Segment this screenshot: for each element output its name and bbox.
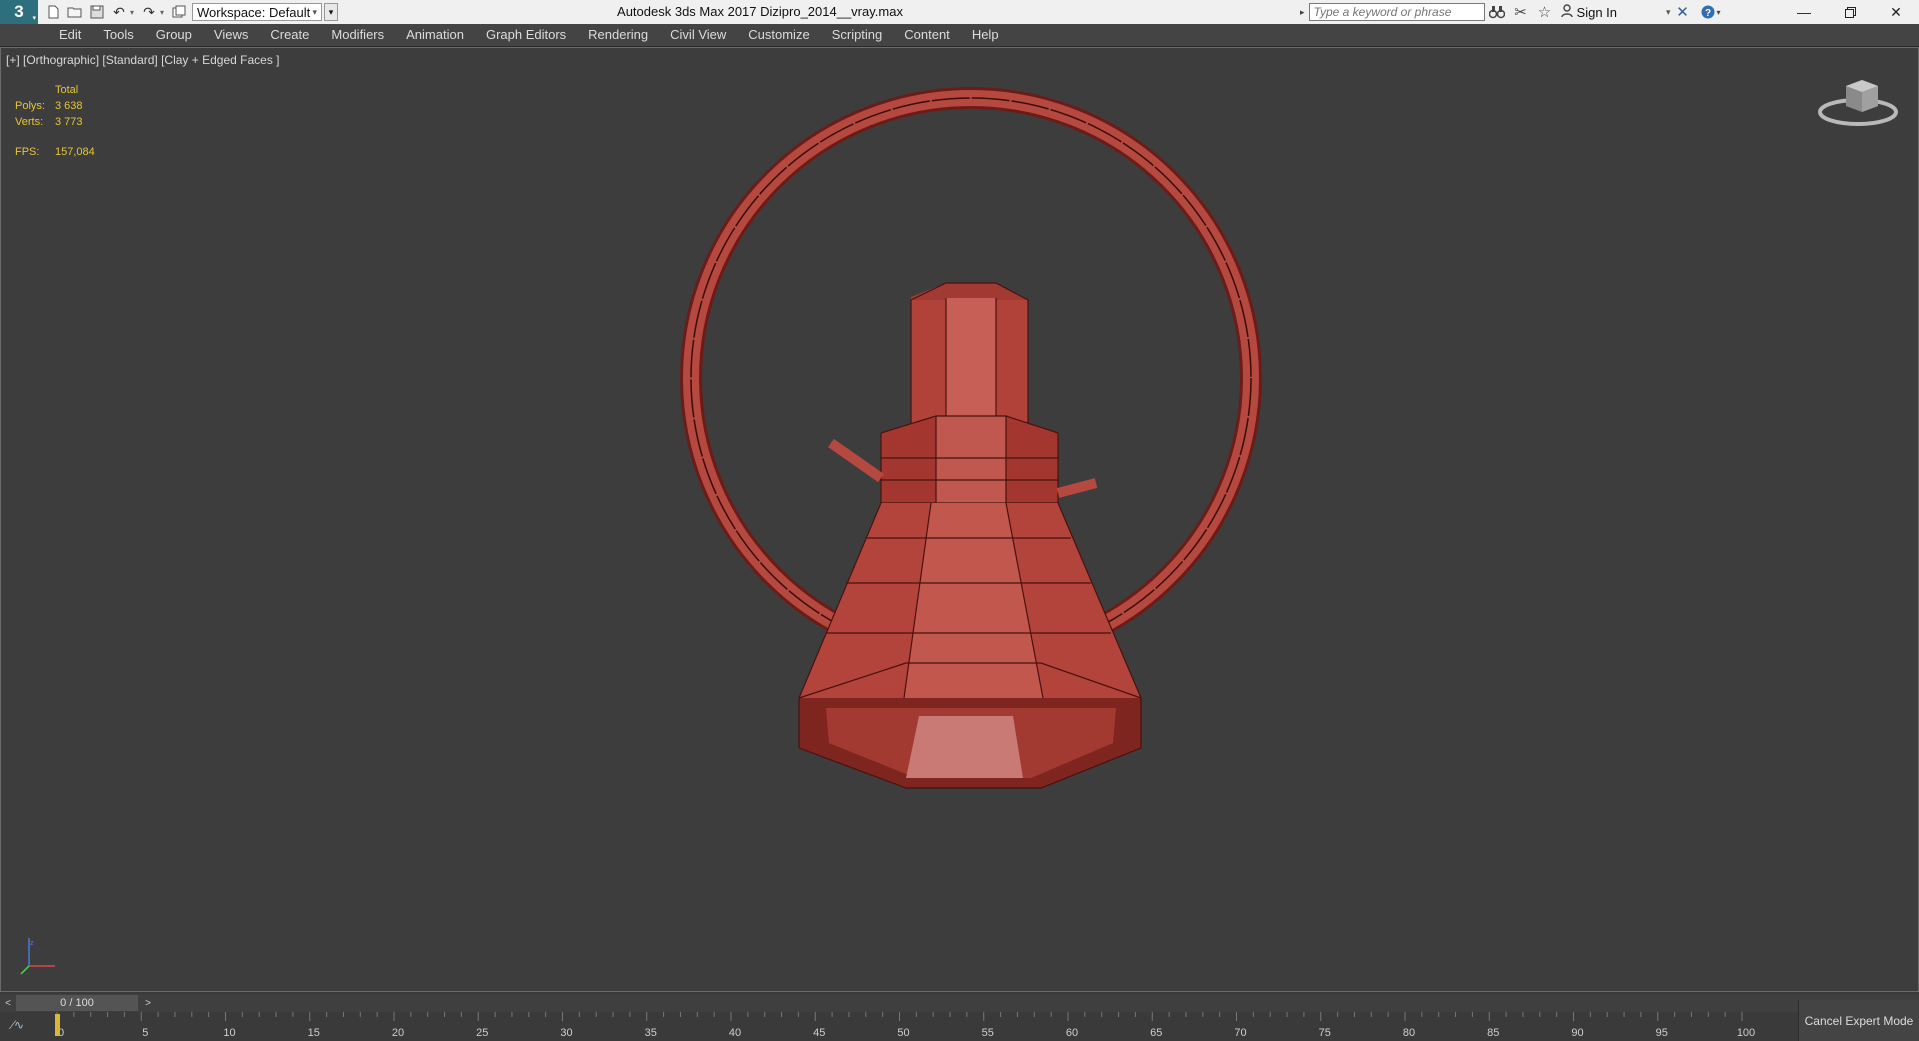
sign-in-button[interactable]: Sign In ▾ xyxy=(1560,4,1671,20)
ruler-label: 100 xyxy=(1737,1027,1755,1039)
ruler-label: 60 xyxy=(1066,1027,1078,1039)
quick-access-customize-icon[interactable]: ▾ xyxy=(324,3,338,21)
time-slider-thumb[interactable]: 0 / 100 xyxy=(16,995,138,1011)
menu-rendering[interactable]: Rendering xyxy=(577,24,659,46)
time-slider[interactable]: < 0 / 100 > xyxy=(0,994,1919,1012)
stats-header: Total xyxy=(55,84,79,96)
viewport[interactable]: [+] [Orthographic] [Standard] [Clay + Ed… xyxy=(0,47,1919,992)
verts-value: 3 773 xyxy=(55,116,83,128)
help-icon[interactable]: ? ▾ xyxy=(1695,2,1727,22)
ruler-label: 85 xyxy=(1487,1027,1499,1039)
polys-label: Polys: xyxy=(15,100,45,112)
app-logo-text: 3 xyxy=(14,2,24,21)
cancel-expert-mode-button[interactable]: Cancel Expert Mode xyxy=(1798,1000,1919,1041)
restore-icon[interactable] xyxy=(1827,0,1873,24)
star-icon[interactable]: ☆ xyxy=(1533,2,1557,22)
infocenter: ▸ ✂ ☆ Sign In ▾ ✕ ? ▾ xyxy=(1300,2,1727,22)
ruler-label: 20 xyxy=(392,1027,404,1039)
menu-bar-spacer xyxy=(0,24,48,46)
current-frame-marker[interactable] xyxy=(55,1014,60,1036)
axis-tripod-icon: z xyxy=(20,938,55,975)
workspace-label: Workspace: Default xyxy=(197,4,311,20)
viewcube-icon[interactable] xyxy=(1816,72,1900,132)
window-title: Autodesk 3ds Max 2017 Dizipro_2014__vray… xyxy=(617,4,903,19)
title-bar: 3 ↶ ▾ ↷ ▾ Workspace: Default ▾ ▾ Autodes… xyxy=(0,0,1919,24)
menu-bar: Edit Tools Group Views Create Modifiers … xyxy=(0,24,1919,47)
window-controls: — ✕ xyxy=(1781,0,1919,24)
ruler-label: 65 xyxy=(1150,1027,1162,1039)
search-input[interactable] xyxy=(1308,3,1485,21)
timeline-ruler[interactable]: 0 5 10 15 20 25 30 35 40 45 50 55 60 65 70 75 80 85 90 95 10… xyxy=(0,1012,1800,1041)
menu-civil-view[interactable]: Civil View xyxy=(659,24,737,46)
viewport-label-menu[interactable]: [+] [Orthographic] [Standard] [Clay + Ed… xyxy=(6,53,279,67)
exchange-icon[interactable]: ✕ xyxy=(1671,2,1695,22)
ruler-label: 35 xyxy=(645,1027,657,1039)
undo-dropdown-icon[interactable]: ▾ xyxy=(130,8,138,17)
menu-modifiers[interactable]: Modifiers xyxy=(320,24,395,46)
ruler-label: 45 xyxy=(813,1027,825,1039)
lamp-shade-inner xyxy=(906,716,1023,778)
new-file-icon[interactable] xyxy=(42,1,64,23)
save-icon[interactable] xyxy=(86,1,108,23)
ruler-label: 5 xyxy=(142,1027,148,1039)
redo-icon[interactable]: ↷ xyxy=(138,1,160,23)
ruler-label: 50 xyxy=(897,1027,909,1039)
menu-group[interactable]: Group xyxy=(145,24,203,46)
ruler-label: 75 xyxy=(1319,1027,1331,1039)
ruler-label: 55 xyxy=(982,1027,994,1039)
polys-value: 3 638 xyxy=(55,100,83,112)
ruler-label: 15 xyxy=(308,1027,320,1039)
fps-label: FPS: xyxy=(15,146,40,158)
ruler-label: 40 xyxy=(729,1027,741,1039)
ruler-label: 80 xyxy=(1403,1027,1415,1039)
sign-in-label: Sign In xyxy=(1576,4,1618,20)
menu-views[interactable]: Views xyxy=(203,24,259,46)
user-icon xyxy=(1560,4,1573,20)
menu-help[interactable]: Help xyxy=(961,24,1010,46)
collapse-arrow-icon[interactable]: ▸ xyxy=(1300,7,1305,18)
menu-customize[interactable]: Customize xyxy=(737,24,820,46)
lamp-stem-front xyxy=(946,298,996,430)
fps-value: 157,084 xyxy=(55,146,95,158)
app-menu-button[interactable]: 3 xyxy=(0,0,38,24)
menu-scripting[interactable]: Scripting xyxy=(821,24,894,46)
viewport-statistics: Total Polys: 3 638 Verts: 3 773 FPS: 157,08… xyxy=(15,84,95,162)
menu-animation[interactable]: Animation xyxy=(395,24,475,46)
menu-tools[interactable]: Tools xyxy=(92,24,144,46)
ruler-label: 70 xyxy=(1234,1027,1246,1039)
chevron-left-icon[interactable]: < xyxy=(0,994,16,1012)
ruler-label: 10 xyxy=(223,1027,235,1039)
menu-create[interactable]: Create xyxy=(259,24,320,46)
tools-icon[interactable]: ✂ xyxy=(1509,2,1533,22)
ruler-label: 90 xyxy=(1571,1027,1583,1039)
menu-graph-editors[interactable]: Graph Editors xyxy=(475,24,577,46)
redo-dropdown-icon[interactable]: ▾ xyxy=(160,8,168,17)
workspace-dropdown[interactable]: Workspace: Default ▾ xyxy=(192,3,322,21)
binoculars-icon[interactable] xyxy=(1485,2,1509,22)
menu-content[interactable]: Content xyxy=(893,24,961,46)
chevron-right-icon[interactable]: > xyxy=(140,994,156,1012)
svg-text:z: z xyxy=(30,939,34,947)
minimize-icon[interactable]: — xyxy=(1781,0,1827,24)
3d-model-render[interactable] xyxy=(1,48,1918,991)
ruler-label: 95 xyxy=(1656,1027,1668,1039)
ruler-label: 30 xyxy=(560,1027,572,1039)
undo-icon[interactable]: ↶ xyxy=(108,1,130,23)
menu-edit[interactable]: Edit xyxy=(48,24,92,46)
project-folder-icon[interactable] xyxy=(168,1,190,23)
track-bar[interactable]: ⁄∿ 0 5 10 15 20 25 30 35 40 45 50 55 60 65 70 75 80 85 90 9… xyxy=(0,1012,1919,1041)
open-file-icon[interactable] xyxy=(64,1,86,23)
close-icon[interactable]: ✕ xyxy=(1873,0,1919,24)
chevron-down-icon: ▾ xyxy=(312,6,317,17)
ruler-label: 25 xyxy=(476,1027,488,1039)
verts-label: Verts: xyxy=(15,116,44,128)
svg-text:?: ? xyxy=(1704,8,1710,19)
